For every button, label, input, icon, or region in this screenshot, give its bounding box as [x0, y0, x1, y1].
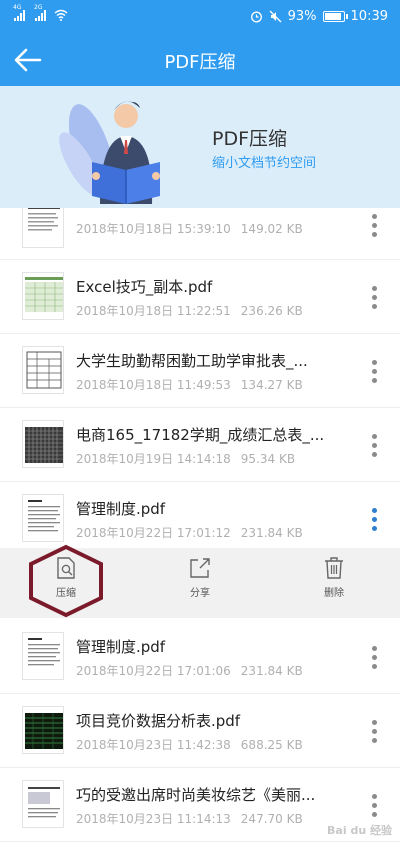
trash-icon	[325, 557, 343, 579]
file-thumbnail	[22, 494, 64, 542]
file-size: 231.84 KB	[240, 526, 303, 540]
file-size: 236.26 KB	[240, 304, 303, 318]
more-options-button[interactable]	[362, 502, 386, 536]
file-thumbnail	[22, 272, 64, 320]
watermark: Bai du 经验	[327, 824, 392, 837]
page-title: PDF压缩	[164, 52, 236, 73]
banner-title: PDF压缩	[212, 128, 288, 150]
file-row[interactable]: 项目竞价数据分析表.pdf 2018年10月23日 11:42:38 688.25…	[0, 694, 400, 768]
file-row[interactable]: 大学生助勤帮困勤工助学审批表_... 2018年10月18日 11:49:53 1…	[0, 334, 400, 408]
file-date: 2018年10月18日 15:39:10	[76, 222, 231, 236]
file-meta: 2018年10月19日 14:14:18 95.34 KB	[76, 450, 295, 467]
sim2-label: 2G	[34, 4, 43, 11]
battery-percent: 93%	[287, 9, 317, 24]
file-date: 2018年10月23日 11:14:13	[76, 812, 231, 826]
file-list: 2018年10月18日 15:39:10 149.02 KB Excel技巧_副本…	[0, 208, 400, 844]
compress-action-button[interactable]: 压缩	[31, 556, 101, 612]
file-action-bar: 压缩 分享 删除	[0, 548, 400, 618]
status-right: 93% 10:39	[250, 9, 388, 24]
file-name: 管理制度.pdf	[76, 638, 166, 656]
file-thumbnail	[22, 706, 64, 754]
more-options-button[interactable]	[362, 788, 386, 822]
title-bar: PDF压缩	[0, 34, 400, 86]
reading-person-illustration	[59, 101, 160, 204]
file-thumbnail	[22, 420, 64, 468]
sim1-label: 4G	[13, 4, 22, 11]
file-size: 134.27 KB	[240, 378, 303, 392]
file-size: 688.25 KB	[240, 738, 303, 752]
file-name: 电商165_17182学期_成绩汇总表_...	[76, 426, 325, 444]
clock: 10:39	[350, 9, 388, 24]
feature-banner: PDF压缩 缩小文档节约空间	[0, 86, 400, 208]
file-row[interactable]: Excel技巧_副本.pdf 2018年10月18日 11:22:51 236.2…	[0, 260, 400, 334]
more-options-button[interactable]	[362, 714, 386, 748]
file-name: 大学生助勤帮困勤工助学审批表_...	[76, 352, 308, 370]
file-date: 2018年10月19日 14:14:18	[76, 452, 231, 466]
file-row[interactable]: 2018年10月18日 15:39:10 149.02 KB	[0, 208, 400, 260]
file-meta: 2018年10月22日 17:01:06 231.84 KB	[76, 662, 303, 679]
file-date: 2018年10月18日 11:49:53	[76, 378, 231, 392]
file-thumbnail	[22, 208, 64, 248]
signal-1-icon: 4G	[13, 4, 25, 21]
more-options-button[interactable]	[362, 640, 386, 674]
file-thumbnail	[22, 632, 64, 680]
file-name: 管理制度.pdf	[76, 500, 166, 518]
file-date: 2018年10月23日 11:42:38	[76, 738, 231, 752]
file-thumbnail	[22, 346, 64, 394]
file-row-selected[interactable]: 管理制度.pdf 2018年10月22日 17:01:12 231.84 KB	[0, 482, 400, 556]
file-size: 247.70 KB	[240, 812, 303, 826]
mute-icon	[269, 10, 282, 23]
file-date: 2018年10月22日 17:01:12	[76, 526, 231, 540]
document-search-icon	[57, 557, 75, 579]
file-date: 2018年10月22日 17:01:06	[76, 664, 231, 678]
file-name: 巧的受邀出席时尚美妆综艺《美丽...	[76, 786, 316, 804]
status-bar: 4G 2G 93% 10:39	[0, 0, 400, 34]
file-meta: 2018年10月23日 11:42:38 688.25 KB	[76, 736, 303, 753]
file-meta: 2018年10月22日 17:01:12 231.84 KB	[76, 524, 303, 541]
banner-subtitle: 缩小文档节约空间	[212, 156, 317, 171]
file-meta: 2018年10月18日 11:49:53 134.27 KB	[76, 376, 303, 393]
compress-label: 压缩	[56, 588, 76, 599]
file-row[interactable]: 电商165_17182学期_成绩汇总表_... 2018年10月19日 14:1…	[0, 408, 400, 482]
more-options-button[interactable]	[362, 354, 386, 388]
share-icon	[190, 558, 210, 578]
delete-action-button[interactable]: 删除	[299, 556, 369, 612]
more-options-button[interactable]	[362, 428, 386, 462]
app-screen: 4G 2G 93% 10:39 PDF压缩 PDF压缩 缩小文档节约空间 201…	[0, 0, 400, 844]
file-row[interactable]: 管理制度.pdf 2018年10月22日 17:01:06 231.84 KB	[0, 620, 400, 694]
file-name: 项目竞价数据分析表.pdf	[76, 712, 241, 730]
file-thumbnail	[22, 780, 64, 828]
file-meta: 2018年10月18日 15:39:10 149.02 KB	[76, 220, 303, 237]
battery-icon	[322, 11, 348, 22]
file-date: 2018年10月18日 11:22:51	[76, 304, 231, 318]
file-meta: 2018年10月23日 11:14:13 247.70 KB	[76, 810, 303, 827]
file-size: 149.02 KB	[240, 222, 303, 236]
status-left: 4G 2G	[13, 4, 68, 21]
delete-label: 删除	[324, 588, 344, 599]
file-size: 95.34 KB	[240, 452, 296, 466]
file-meta: 2018年10月18日 11:22:51 236.26 KB	[76, 302, 303, 319]
more-options-button[interactable]	[362, 208, 386, 242]
alarm-icon	[250, 11, 262, 23]
file-name: Excel技巧_副本.pdf	[76, 278, 213, 296]
share-label: 分享	[190, 588, 210, 599]
more-options-button[interactable]	[362, 280, 386, 314]
signal-2-icon: 2G	[34, 4, 46, 21]
wifi-icon	[54, 9, 68, 21]
file-size: 231.84 KB	[240, 664, 303, 678]
share-action-button[interactable]: 分享	[165, 556, 235, 612]
